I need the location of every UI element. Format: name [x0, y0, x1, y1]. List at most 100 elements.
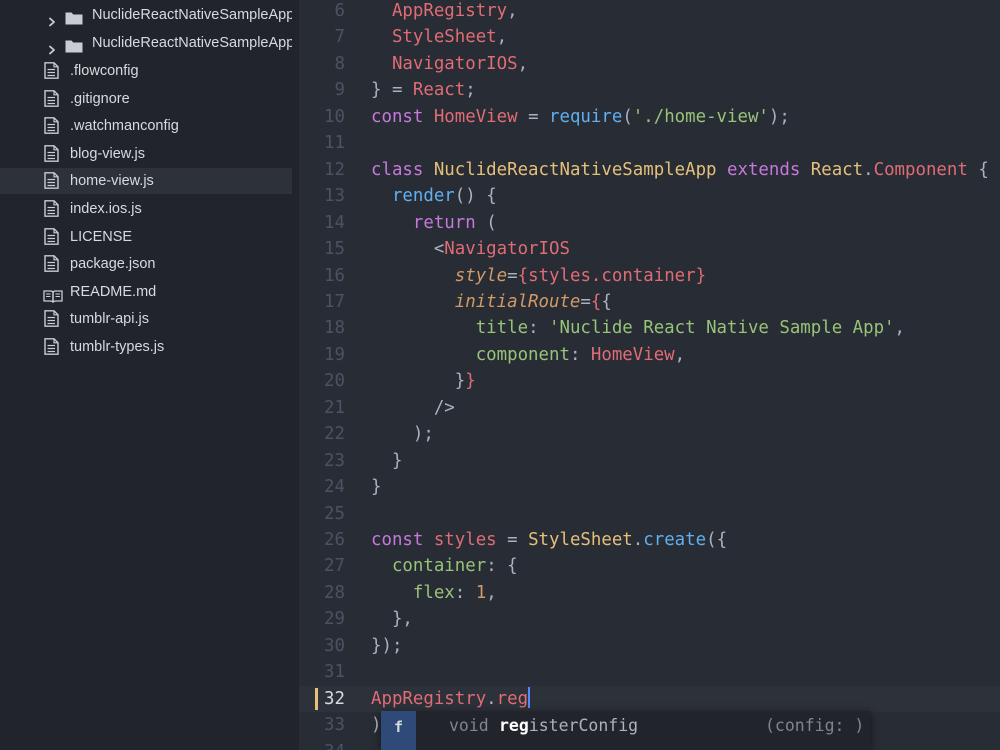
code-line[interactable]: 8 NavigatorIOS,: [299, 51, 1000, 77]
line-number[interactable]: 19: [299, 342, 345, 368]
autocomplete-popup[interactable]: f void registerConfig (config: ): [381, 711, 870, 750]
tree-file-package-json[interactable]: package.json: [0, 251, 292, 277]
line-number[interactable]: 24: [299, 474, 345, 500]
code-token: =: [496, 530, 529, 550]
line-number[interactable]: 7: [299, 24, 345, 50]
chevron-right-icon[interactable]: [47, 10, 57, 27]
code-line[interactable]: 31: [299, 659, 1000, 685]
tree-file-readme-md[interactable]: README.md: [0, 279, 292, 305]
tree-file-tumblr-api-js[interactable]: tumblr-api.js: [0, 306, 292, 332]
code-token: 1: [475, 582, 487, 603]
code-line[interactable]: 7 StyleSheet,: [299, 24, 1000, 50]
line-number[interactable]: 18: [299, 315, 345, 341]
tree-folder-nuclidereactnativesampleapp[interactable]: NuclideReactNativeSampleApp: [0, 30, 292, 56]
code-line[interactable]: 14 return (: [299, 210, 1000, 236]
code-token: render: [391, 186, 455, 207]
file-icon: [44, 172, 59, 189]
line-number[interactable]: 29: [299, 606, 345, 632]
code-line[interactable]: 12 class NuclideReactNativeSampleApp exte…: [299, 157, 1000, 183]
code-editor[interactable]: 6 AppRegistry, 7 StyleSheet, 8 NavigatorIO…: [299, 0, 1000, 750]
code-line[interactable]: 26 const styles = StyleSheet.create({: [299, 527, 1000, 553]
line-number[interactable]: 8: [299, 51, 345, 77]
code-line[interactable]: 29 },: [299, 606, 1000, 632]
tree-file-gitignore[interactable]: .gitignore: [0, 86, 292, 112]
code-line[interactable]: 9} = React;: [299, 77, 1000, 103]
tree-file-watchmanconfig[interactable]: .watchmanconfig: [0, 113, 292, 139]
code-line[interactable]: 28 flex: 1,: [299, 580, 1000, 606]
code-line[interactable]: 22 );: [299, 421, 1000, 447]
code-token: :: [569, 344, 591, 365]
cursor-code-line[interactable]: 32 AppRegistry.reg: [299, 685, 1000, 713]
code-line[interactable]: 15 <NavigatorIOS: [299, 236, 1000, 262]
code-token: (: [622, 106, 633, 127]
line-number[interactable]: 32: [299, 686, 345, 712]
code-token: AppRegistry: [371, 688, 487, 709]
line-number[interactable]: 27: [299, 553, 345, 579]
line-number[interactable]: 10: [299, 104, 345, 130]
tree-file-index-ios-js[interactable]: index.ios.js: [0, 196, 292, 222]
tree-file-tumblr-types-js[interactable]: tumblr-types.js: [0, 334, 292, 360]
book-icon: [43, 286, 63, 303]
code-line[interactable]: 27 container: {: [299, 553, 1000, 579]
tree-file-license[interactable]: LICENSE: [0, 224, 292, 250]
tree-file-blog-view-js[interactable]: blog-view.js: [0, 141, 292, 167]
tree-item-label: .gitignore: [70, 91, 130, 107]
code-token: HomeView: [590, 344, 675, 365]
line-number[interactable]: 9: [299, 77, 345, 103]
code-token: }: [371, 477, 382, 498]
code-line[interactable]: 13 render() {: [299, 183, 1000, 209]
line-number[interactable]: 13: [299, 183, 345, 209]
code-line[interactable]: 16 style={styles.container}: [299, 263, 1000, 289]
code-line[interactable]: 24}: [299, 474, 1000, 500]
tree-folder-nuclidereactnativesampleapp[interactable]: NuclideReactNativeSampleApp: [0, 2, 292, 28]
code-line[interactable]: 23 }: [299, 448, 1000, 474]
code-line[interactable]: 21 />: [299, 395, 1000, 421]
line-number[interactable]: 6: [299, 0, 345, 24]
code-token: NavigatorIOS: [444, 239, 570, 260]
tree-item-label: .watchmanconfig: [70, 118, 179, 134]
line-number[interactable]: 30: [299, 633, 345, 659]
code-line[interactable]: 18 title: 'Nuclide React Native Sample A…: [299, 315, 1000, 341]
line-number[interactable]: 25: [299, 501, 345, 527]
tree-item-label: home-view.js: [70, 173, 154, 189]
code-line[interactable]: 10 const HomeView = require('./home-view'…: [299, 104, 1000, 130]
code-token: />: [371, 397, 455, 418]
code-token: styles: [433, 530, 497, 550]
chevron-right-icon[interactable]: [47, 38, 57, 55]
line-number[interactable]: 11: [299, 130, 345, 156]
code-line[interactable]: 20 }}: [299, 368, 1000, 394]
line-number[interactable]: 28: [299, 580, 345, 606]
file-icon: [44, 62, 59, 79]
code-line[interactable]: 25: [299, 501, 1000, 527]
panel-resize-handle[interactable]: [292, 0, 299, 750]
code-token: ,: [674, 344, 686, 365]
code-token: :: [528, 318, 550, 339]
line-number[interactable]: 14: [299, 210, 345, 236]
line-number[interactable]: 21: [299, 395, 345, 421]
tree-file-home-view-js[interactable]: home-view.js: [0, 168, 292, 194]
code-line[interactable]: 11: [299, 130, 1000, 156]
code-line[interactable]: 19 component: HomeView,: [299, 342, 1000, 368]
line-number[interactable]: 15: [299, 236, 345, 262]
line-number[interactable]: 16: [299, 263, 345, 289]
code-line[interactable]: 6 AppRegistry,: [299, 0, 1000, 24]
line-number[interactable]: 33: [299, 712, 345, 738]
file-icon: [44, 255, 59, 272]
file-icon: [44, 117, 59, 134]
code-text: <NavigatorIOS: [371, 236, 570, 262]
line-number[interactable]: 26: [299, 527, 345, 553]
code-text: StyleSheet,: [371, 24, 507, 50]
tree-file-flowconfig[interactable]: .flowconfig: [0, 58, 292, 84]
file-icon: [44, 338, 59, 355]
line-number[interactable]: 12: [299, 157, 345, 183]
line-number[interactable]: 20: [299, 368, 345, 394]
line-number[interactable]: 23: [299, 448, 345, 474]
line-number[interactable]: 34: [299, 739, 345, 750]
line-number[interactable]: 31: [299, 659, 345, 685]
code-line[interactable]: 30});: [299, 633, 1000, 659]
line-number[interactable]: 22: [299, 421, 345, 447]
line-number[interactable]: 17: [299, 289, 345, 315]
suggestion-item-registerConfig[interactable]: registerConfig: [499, 716, 638, 735]
code-line[interactable]: 17 initialRoute={{: [299, 289, 1000, 315]
